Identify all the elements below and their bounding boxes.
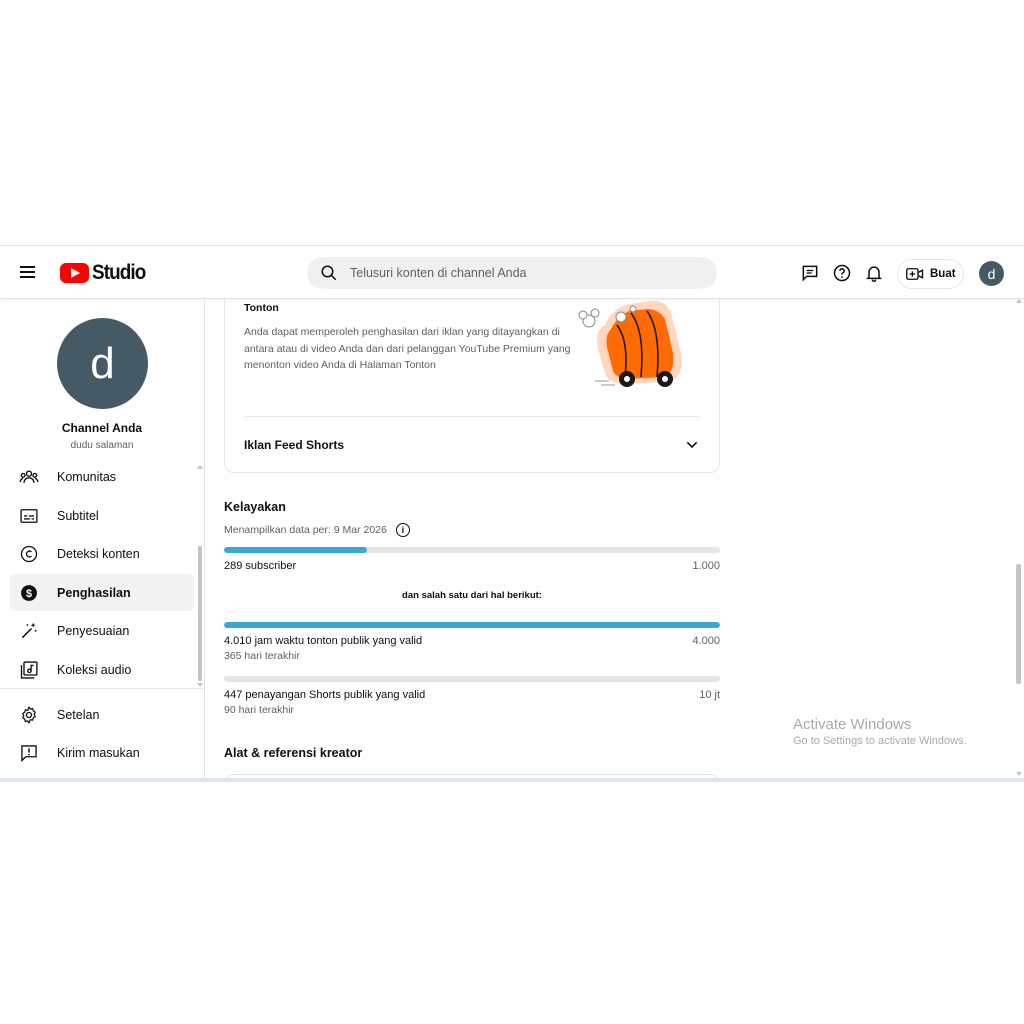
channel-name: Channel Anda — [61, 421, 143, 435]
sidebar-item-label: Deteksi konten — [57, 546, 140, 561]
sidebar-scroll-down[interactable] — [197, 683, 203, 687]
sidebar-scroll-up[interactable] — [197, 465, 203, 469]
main-scroll-down[interactable] — [1016, 772, 1022, 776]
sidebar-divider — [0, 688, 204, 689]
watch-hours-count: 4.010 jam waktu tonton publik yang valid — [224, 635, 423, 647]
shorts-feed-ads-label: Iklan Feed Shorts — [244, 438, 345, 452]
info-icon[interactable]: i — [395, 523, 410, 537]
card-title: Tonton — [244, 302, 279, 314]
svg-text:$: $ — [26, 587, 32, 599]
studio-window: Studio Buat d d Channel Anda dudu salama… — [0, 245, 1024, 782]
gear-icon — [18, 704, 40, 726]
shorts-views-target: 10 jt — [699, 689, 720, 701]
shorts-views-progress-bar — [224, 676, 720, 682]
taskbar-edge — [0, 778, 1024, 782]
shorts-views-count: 447 penayangan Shorts publik yang valid — [224, 689, 426, 701]
comments-icon[interactable] — [799, 262, 821, 284]
notifications-bell-icon[interactable] — [863, 262, 885, 284]
sidebar-item-label: Penyesuaian — [57, 623, 130, 638]
subscriber-target: 1.000 — [692, 560, 720, 572]
shorts-feed-ads-row[interactable]: Iklan Feed Shorts — [244, 435, 700, 455]
video-add-icon — [906, 268, 924, 280]
community-icon — [18, 466, 40, 488]
logo-text: Studio — [92, 261, 146, 284]
sidebar-item-label: Kirim masukan — [57, 745, 140, 760]
watch-hours-period: 365 hari terakhir — [224, 650, 300, 662]
main-scrollbar[interactable] — [1016, 564, 1021, 684]
watermark-line1: Activate Windows — [793, 716, 912, 733]
subscriber-progress-fill — [224, 547, 368, 553]
subscriber-count: 289 subscriber — [224, 560, 297, 572]
sidebar-item-penghasilan[interactable]: $ Penghasilan — [10, 574, 194, 611]
sidebar-item-label: Subtitel — [57, 508, 99, 523]
shorts-car-illustration — [578, 300, 682, 387]
sidebar-item-setelan[interactable]: Setelan — [10, 696, 194, 733]
sidebar-item-deteksi-konten[interactable]: Deteksi konten — [10, 535, 194, 572]
search-input[interactable] — [350, 266, 690, 280]
studio-logo[interactable]: Studio — [60, 261, 151, 285]
windows-activation-watermark: Activate Windows Go to Settings to activ… — [793, 716, 967, 747]
sidebar-item-subtitel[interactable]: Subtitel — [10, 497, 194, 534]
magic-wand-icon — [18, 620, 40, 642]
menu-icon[interactable] — [20, 263, 40, 283]
sidebar-item-koleksi-audio[interactable]: Koleksi audio — [10, 651, 194, 688]
watch-hours-progress-bar — [224, 622, 720, 628]
sidebar-item-komunitas[interactable]: Komunitas — [10, 458, 194, 495]
audio-library-icon — [18, 659, 40, 681]
watch-page-card: Tonton Anda dapat memperoleh penghasilan… — [224, 300, 720, 473]
search-bar[interactable] — [307, 257, 717, 289]
data-date-row: Menampilkan data per: 9 Mar 2026 i — [224, 523, 410, 537]
or-condition-text: dan salah satu dari hal berikut: — [402, 590, 542, 601]
dollar-icon: $ — [18, 582, 40, 604]
watch-hours-target: 4.000 — [692, 635, 720, 647]
sidebar-scrollbar[interactable] — [198, 546, 202, 681]
youtube-play-icon — [60, 263, 89, 283]
shorts-views-period: 90 hari terakhir — [224, 704, 295, 716]
main-scroll-up[interactable] — [1016, 299, 1022, 303]
creator-tools-title: Alat & referensi kreator — [224, 746, 363, 760]
subscriber-progress-bar — [224, 547, 720, 553]
sidebar-item-penyesuaian[interactable]: Penyesuaian — [10, 612, 194, 649]
sidebar-item-label: Koleksi audio — [57, 662, 132, 677]
main-content: Tonton Anda dapat memperoleh penghasilan… — [205, 300, 1024, 782]
sidebar: d Channel Anda dudu salaman Komunitas Su… — [0, 300, 205, 782]
data-date-text: Menampilkan data per: 9 Mar 2026 — [224, 524, 387, 536]
sidebar-item-label: Setelan — [57, 707, 100, 722]
eligibility-title: Kelayakan — [224, 500, 286, 514]
search-icon — [321, 265, 337, 281]
copyright-icon — [18, 543, 40, 565]
subtitles-icon — [18, 505, 40, 527]
sidebar-item-kirim-masukan[interactable]: Kirim masukan — [10, 734, 194, 771]
create-button[interactable]: Buat — [897, 259, 964, 289]
chevron-down-icon[interactable] — [684, 437, 700, 453]
create-label: Buat — [930, 268, 956, 280]
card-divider — [244, 416, 700, 417]
sidebar-item-label: Komunitas — [57, 469, 117, 484]
card-description: Anda dapat memperoleh penghasilan dari i… — [244, 326, 571, 371]
channel-handle: dudu salaman — [70, 440, 134, 451]
account-avatar[interactable]: d — [979, 261, 1004, 286]
channel-avatar[interactable]: d — [57, 318, 148, 409]
sidebar-item-label: Penghasilan — [57, 585, 131, 600]
watermark-line2: Go to Settings to activate Windows. — [793, 735, 967, 747]
help-icon[interactable] — [831, 262, 853, 284]
top-bar: Studio Buat d — [0, 246, 1024, 299]
feedback-icon — [18, 742, 40, 764]
watch-hours-progress-fill — [224, 622, 720, 628]
